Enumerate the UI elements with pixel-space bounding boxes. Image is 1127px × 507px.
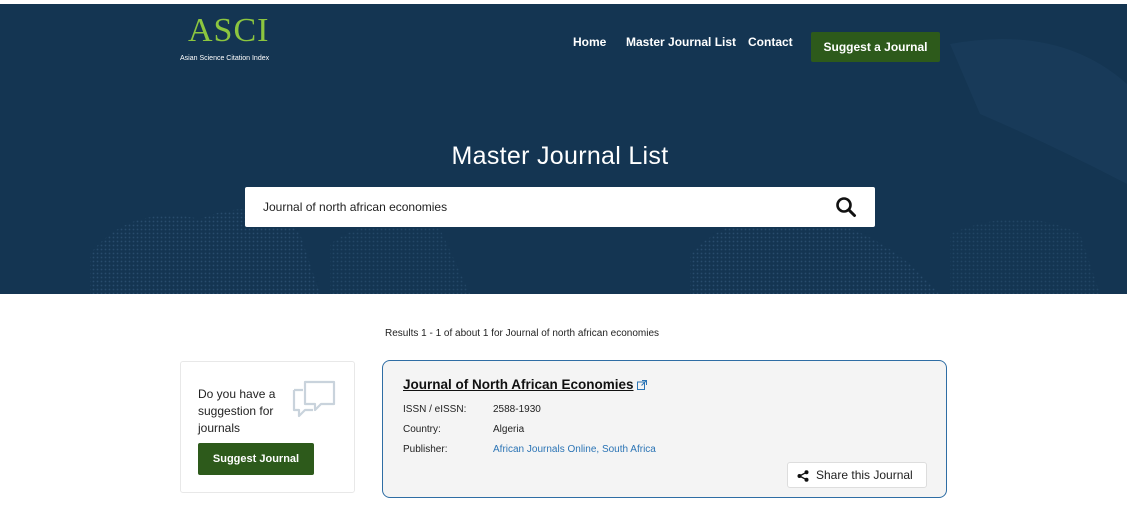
suggest-journal-sidebar-button[interactable]: Suggest Journal — [198, 443, 314, 475]
journal-title: Journal of North African Economies — [403, 377, 634, 392]
suggestion-prompt: Do you have a suggestion for journals — [198, 387, 276, 435]
nav-master-journal-list[interactable]: Master Journal List — [626, 35, 736, 49]
suggest-journal-button[interactable]: Suggest a Journal — [811, 32, 940, 62]
logo-subtitle: Asian Science Citation Index — [180, 55, 270, 62]
issn-value: 2588-1930 — [493, 404, 541, 415]
hero-banner: ASCI Asian Science Citation Index Home M… — [0, 4, 1127, 294]
country-label: Country: — [403, 424, 441, 435]
asci-logo[interactable]: ASCI Asian Science Citation Index — [180, 12, 280, 63]
page-title: Master Journal List — [451, 142, 669, 170]
journal-result-card: Journal of North African Economies ISSN … — [382, 360, 947, 498]
nav-contact[interactable]: Contact — [748, 35, 793, 49]
publisher-label: Publisher: — [403, 444, 448, 455]
results-summary: Results 1 - 1 of about 1 for Journal of … — [385, 328, 660, 339]
publisher-link[interactable]: African Journals Online, South Africa — [493, 444, 656, 455]
share-label: Share this Journal — [816, 468, 913, 482]
chat-bubbles-icon — [291, 378, 337, 425]
issn-label: ISSN / eISSN: — [403, 404, 467, 415]
journal-title-link[interactable]: Journal of North African Economies — [403, 377, 647, 393]
search-input[interactable] — [263, 187, 823, 227]
search-icon[interactable] — [835, 196, 859, 218]
share-journal-button[interactable]: Share this Journal — [787, 462, 927, 488]
share-icon — [797, 470, 809, 485]
country-value: Algeria — [493, 424, 525, 435]
suggestion-card: Do you have a suggestion for journals Su… — [180, 361, 355, 493]
search-bar — [245, 187, 875, 227]
nav-home[interactable]: Home — [573, 35, 606, 49]
logo-mark: ASCI — [188, 12, 270, 49]
external-link-icon — [636, 378, 647, 393]
